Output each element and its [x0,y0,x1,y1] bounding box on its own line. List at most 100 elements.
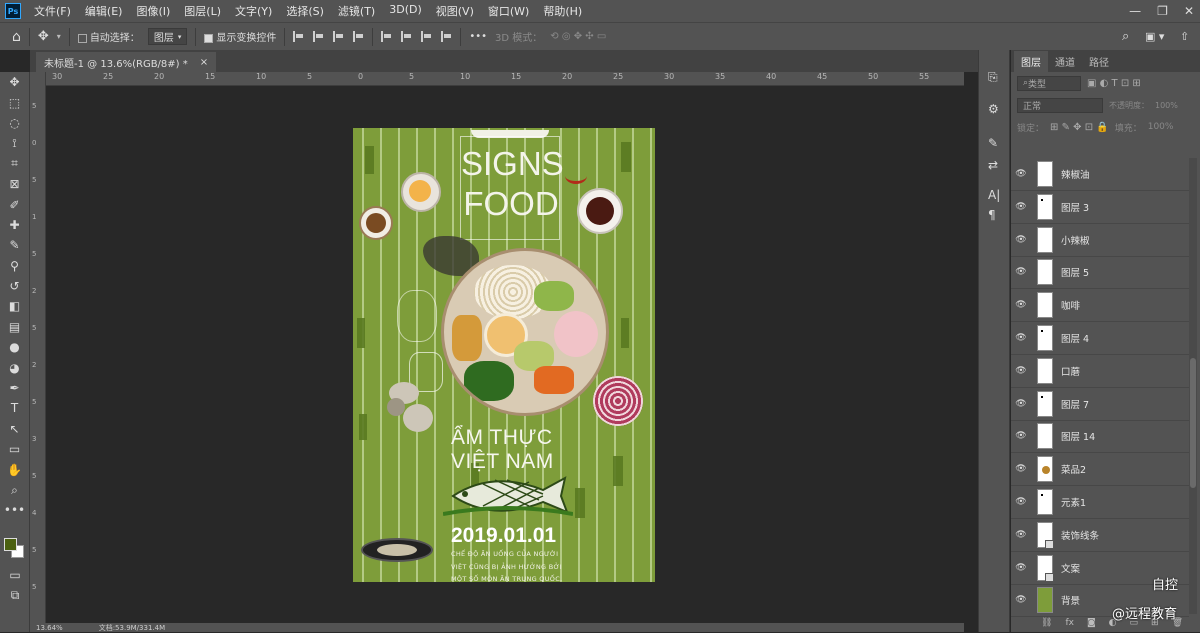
visibility-eye-icon[interactable]: 👁 [1011,202,1031,212]
visibility-eye-icon[interactable]: 👁 [1011,464,1031,474]
document-tab[interactable]: 未标题-1 @ 13.6%(RGB/8#) * × [36,52,217,72]
layer-row[interactable]: 👁 图层 14 [1011,420,1189,454]
visibility-eye-icon[interactable]: 👁 [1011,366,1031,376]
close-button[interactable]: ✕ [1184,4,1194,18]
visibility-eye-icon[interactable]: 👁 [1011,267,1031,277]
align-top-icon[interactable] [381,31,392,42]
blur-tool-icon[interactable]: ● [0,337,29,357]
history-icon[interactable]: ⎘ [988,70,998,85]
visibility-eye-icon[interactable]: 👁 [1011,235,1031,245]
frame-tool-icon[interactable]: ⊠ [0,174,29,194]
layer-row[interactable]: 👁 辣椒油 [1011,158,1189,191]
visibility-eye-icon[interactable]: 👁 [1011,169,1031,179]
menu-item[interactable]: 帮助(H) [536,3,589,19]
move-tool-icon[interactable]: ✥ [0,72,29,92]
menu-item[interactable]: 图像(I) [129,3,177,19]
zoom-level[interactable]: 13.64% [36,624,63,632]
shape-tool-icon[interactable]: ▭ [0,439,29,459]
show-transform-checkbox[interactable]: 显示变换控件 [204,29,276,44]
tab-channels[interactable]: 通道 [1048,51,1082,72]
foreground-color-swatch[interactable] [4,538,17,551]
menu-item[interactable]: 3D(D) [382,3,429,19]
layer-row[interactable]: 👁 口蘑 [1011,355,1189,388]
layer-row[interactable]: 👁 图层 5 [1011,256,1189,290]
align-bottom-icon[interactable] [421,31,432,42]
menu-item[interactable]: 选择(S) [279,3,331,19]
align-center-icon[interactable] [313,31,324,42]
menu-item[interactable]: 文字(Y) [228,3,279,19]
restore-button[interactable]: ❐ [1157,4,1168,18]
workspace-icon[interactable]: ▣ ▾ [1145,30,1164,43]
lock-icons[interactable]: ⊞ ✎ ✥ ⊡ 🔒 [1050,122,1109,133]
brush-settings-icon[interactable]: ✎ [988,136,998,150]
opacity-value[interactable]: 100% [1155,101,1178,110]
layer-row[interactable]: 👁 菜品2 [1011,453,1189,487]
poster-artboard[interactable]: SIGNS FOOD ẨM THỰC VIỆT NAM 2019.01.01 C… [353,128,655,582]
menu-item[interactable]: 文件(F) [27,3,78,19]
close-tab-icon[interactable]: × [200,57,208,68]
stamp-tool-icon[interactable]: ⚲ [0,256,29,276]
more-options-button[interactable]: ••• [469,31,487,42]
zoom-tool-icon[interactable]: ⌕ [0,480,29,500]
visibility-eye-icon[interactable]: 👁 [1011,595,1031,605]
distribute-vertical-icon[interactable] [353,31,364,42]
move-tool-icon[interactable]: ✥ [38,29,49,44]
path-select-tool-icon[interactable]: ↖ [0,419,29,439]
menu-item[interactable]: 窗口(W) [481,3,536,19]
layer-row[interactable]: 👁 咖啡 [1011,289,1189,323]
layer-row[interactable]: 👁 小辣椒 [1011,224,1189,257]
dodge-tool-icon[interactable]: ◕ [0,357,29,377]
visibility-eye-icon[interactable]: 👁 [1011,333,1031,343]
quick-select-tool-icon[interactable]: ⟟ [0,133,29,153]
tab-layers[interactable]: 图层 [1014,51,1048,72]
properties-icon[interactable]: ⚙ [988,102,999,116]
align-middle-icon[interactable] [401,31,412,42]
visibility-eye-icon[interactable]: 👁 [1011,431,1031,441]
vertical-ruler[interactable]: 5 0 5 1 5 2 5 2 5 3 5 4 5 5 [30,72,46,625]
quick-mask-icon[interactable]: ▭ [0,565,30,585]
type-tool-icon[interactable]: T [0,398,29,418]
screen-mode-icon[interactable]: ⧉ [0,585,30,605]
more-tools-icon[interactable]: ••• [0,500,29,520]
layer-row[interactable]: 👁 装饰线条 [1011,519,1189,552]
lasso-tool-icon[interactable]: ◌ [0,113,29,133]
visibility-eye-icon[interactable]: 👁 [1011,300,1031,310]
paragraph-icon[interactable]: ¶ [988,208,996,222]
eyedropper-tool-icon[interactable]: ✐ [0,194,29,214]
menu-item[interactable]: 滤镜(T) [331,3,382,19]
gradient-tool-icon[interactable]: ▤ [0,317,29,337]
align-left-icon[interactable] [293,31,304,42]
layer-row[interactable]: 👁 元素1 [1011,486,1189,519]
character-icon[interactable]: A| [988,188,1000,202]
visibility-eye-icon[interactable]: 👁 [1011,530,1031,540]
minimize-button[interactable]: — [1129,4,1141,18]
chevron-down-icon[interactable]: ▾ [57,32,61,41]
visibility-eye-icon[interactable]: 👁 [1011,563,1031,573]
menu-item[interactable]: 视图(V) [429,3,481,19]
filter-kind-dropdown[interactable]: ⌕ 类型 [1017,75,1081,91]
add-mask-icon[interactable]: ◙ [1087,618,1096,632]
home-icon[interactable]: ⌂ [12,29,21,45]
hand-tool-icon[interactable]: ✋ [0,459,29,479]
pen-tool-icon[interactable]: ✒ [0,378,29,398]
auto-select-checkbox[interactable]: 自动选择： [77,29,140,44]
tab-paths[interactable]: 路径 [1082,51,1116,72]
healing-tool-icon[interactable]: ✚ [0,215,29,235]
eraser-tool-icon[interactable]: ◧ [0,296,29,316]
filter-icons[interactable]: ▣ ◐ T ⊡ ⊞ [1087,78,1141,89]
menu-item[interactable]: 编辑(E) [78,3,130,19]
layer-list-scrollbar[interactable] [1189,158,1197,614]
menu-item[interactable]: 图层(L) [177,3,228,19]
adjustments-icon[interactable]: ⇄ [988,158,998,172]
fx-icon[interactable]: fx [1065,618,1074,632]
layer-row[interactable]: 👁 图层 3 [1011,191,1189,224]
brush-tool-icon[interactable]: ✎ [0,235,29,255]
marquee-tool-icon[interactable]: ⬚ [0,92,29,112]
visibility-eye-icon[interactable]: 👁 [1011,399,1031,409]
distribute-horizontal-icon[interactable] [441,31,452,42]
fill-value[interactable]: 100% [1148,122,1174,132]
visibility-eye-icon[interactable]: 👁 [1011,497,1031,507]
share-icon[interactable]: ⇧ [1180,30,1189,43]
layer-row[interactable]: 👁 图层 4 [1011,322,1189,355]
document-info[interactable]: 文档:53.9M/331.4M [99,623,165,633]
